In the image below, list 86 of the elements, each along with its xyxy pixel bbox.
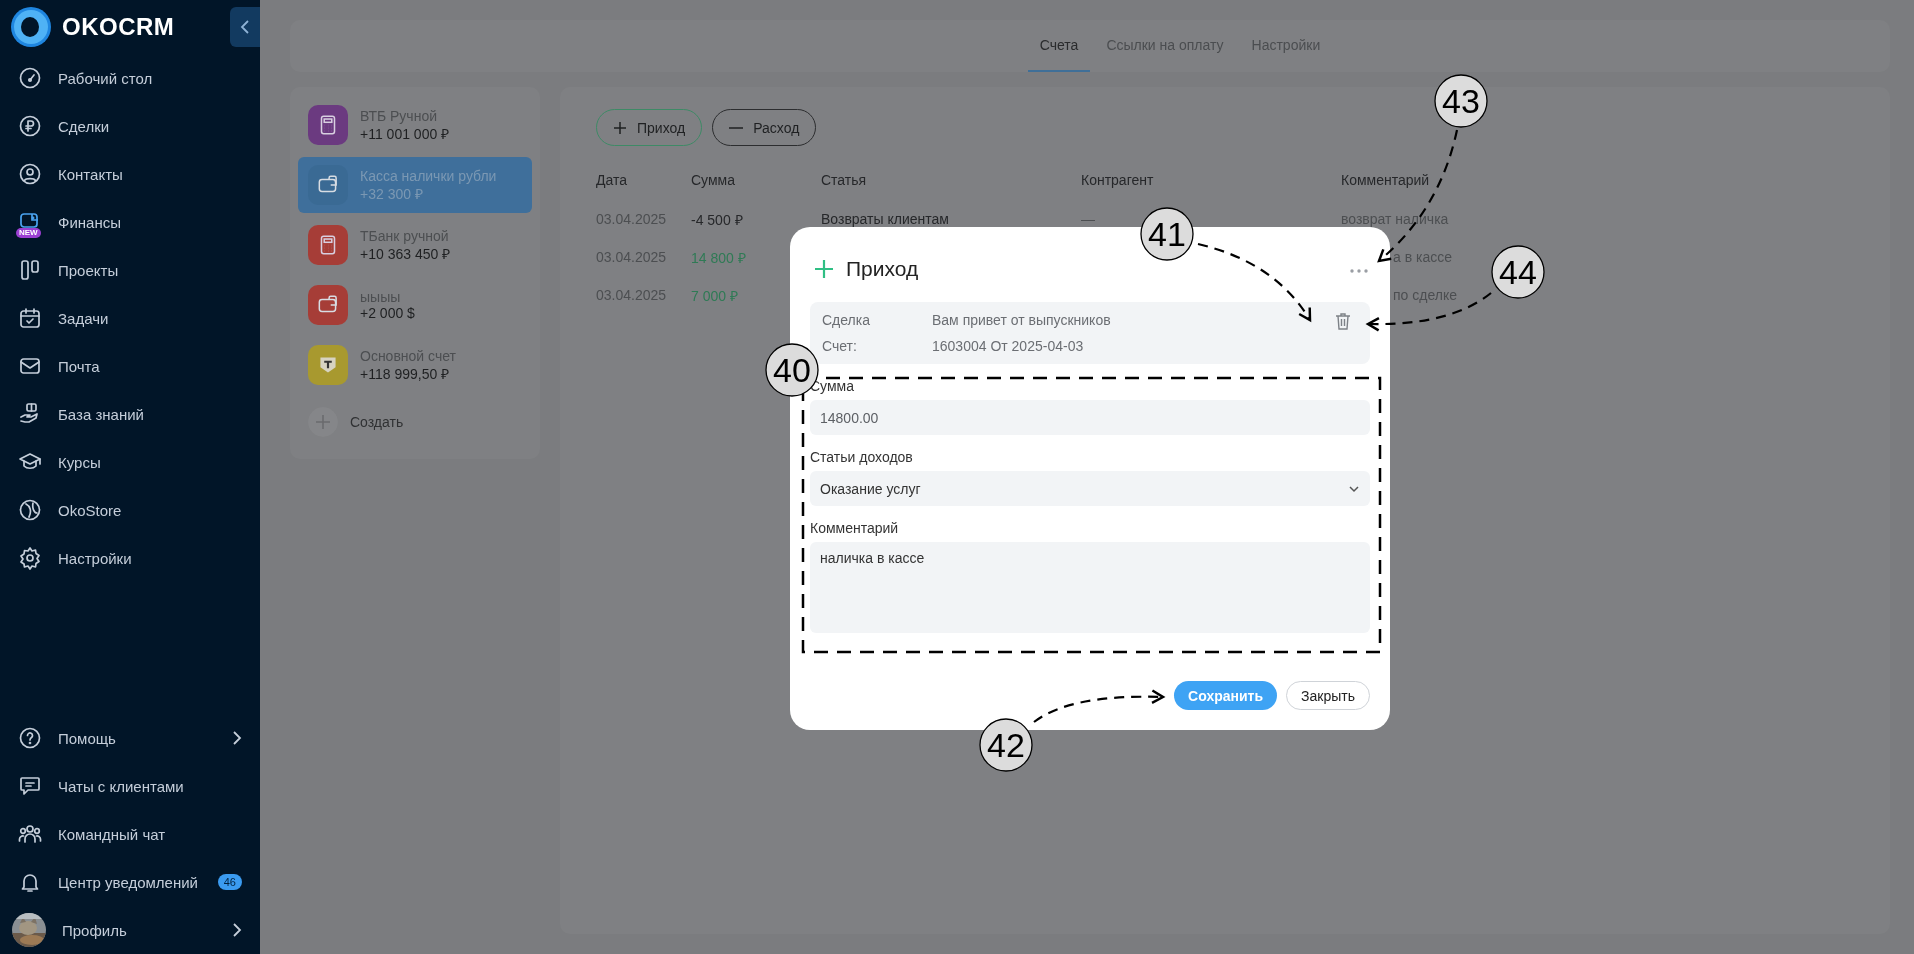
field-label: Статьи доходов [810, 449, 914, 465]
nav-item[interactable]: Рабочий стол [0, 54, 260, 102]
nav-item[interactable]: Центр уведомлений 46 [0, 858, 260, 906]
field-label: Комментарий [810, 520, 900, 536]
chevron-down-icon [1348, 484, 1360, 493]
settings-icon [18, 546, 42, 570]
table-cell-text: -4 500 ₽ [691, 210, 744, 229]
account-balance: +11 001 000 ₽ [360, 124, 450, 143]
nav-label: Профиль [62, 921, 127, 939]
table-cell-text: 7 000 ₽ [691, 286, 739, 305]
logo-icon [10, 6, 52, 48]
dialog-title: Приход [846, 257, 920, 281]
chevron-left-icon [240, 19, 250, 35]
delete-button[interactable] [1334, 312, 1352, 332]
brand-name: OKOCRM [62, 13, 176, 41]
plus-icon [814, 259, 834, 279]
nav-item[interactable]: OkoStore [0, 486, 260, 534]
nav-label: Сделки [58, 117, 110, 135]
trash-icon [1335, 312, 1351, 330]
nav-label: Финансы [58, 213, 121, 231]
tab[interactable]: Счета [1027, 20, 1091, 72]
callout-marker: 43 [1434, 74, 1488, 128]
column-header: Контрагент [1081, 172, 1155, 188]
new-badge: NEW [16, 228, 41, 238]
nav-label: OkoStore [58, 501, 122, 519]
column-header: Сумма [691, 172, 736, 188]
minus-icon [729, 126, 744, 129]
nav-label: Чаты с клиентами [58, 777, 184, 795]
info-label: Сделка [822, 312, 871, 330]
plus-icon [613, 120, 627, 135]
calendar-icon [18, 306, 42, 330]
collapse-button[interactable] [230, 7, 260, 47]
nav-label: Контакты [58, 165, 123, 183]
close-button[interactable]: Закрыть [1286, 681, 1370, 710]
nav-label: Центр уведомлений [58, 873, 198, 891]
nav-item[interactable]: Контакты [0, 150, 260, 198]
nav-label: База знаний [58, 405, 144, 423]
column-header: Дата [596, 172, 628, 188]
help-icon [18, 726, 42, 750]
nav-item[interactable]: Сделки [0, 102, 260, 150]
user-icon [18, 162, 42, 186]
nav-label: Помощь [58, 729, 116, 747]
amount-field[interactable]: 14800.00 [810, 400, 1370, 435]
gauge-icon [18, 66, 42, 90]
account-balance: +32 300 ₽ [360, 184, 424, 203]
column-header: Комментарий [1341, 172, 1431, 188]
nav-item[interactable]: База знаний [0, 390, 260, 438]
nav-label: Рабочий стол [58, 69, 153, 87]
account-balance: +118 999,50 ₽ [360, 364, 451, 383]
nav-item[interactable]: Задачи [0, 294, 260, 342]
columns-icon [18, 258, 42, 282]
nav-item[interactable]: Чаты с клиентами [0, 762, 260, 810]
more-icon [1348, 266, 1370, 276]
nav-item[interactable]: Командный чат [0, 810, 260, 858]
nav-item[interactable]: Профиль [0, 906, 260, 954]
nav-item[interactable]: Почта [0, 342, 260, 390]
callout-marker: 44 [1491, 245, 1545, 299]
notification-count: 46 [217, 874, 242, 890]
table-cell: — [1081, 211, 1095, 227]
comment-field[interactable]: наличка в кассе [810, 542, 1370, 633]
nav-label: Настройки [58, 549, 132, 567]
team-icon [18, 822, 42, 846]
column-header: Статья [821, 172, 868, 188]
table-cell: Возвраты клиентам [821, 211, 949, 227]
nav-item[interactable]: Настройки [0, 534, 260, 582]
account-name: Касса налички рубли [360, 167, 497, 184]
nav-label: Курсы [58, 453, 101, 471]
nav-label: Командный чат [58, 825, 166, 843]
nav-item[interactable]: Проекты [0, 246, 260, 294]
nav-label: Почта [58, 357, 100, 375]
nav-item[interactable]: Помощь [0, 714, 260, 762]
nav-label: Проекты [58, 261, 119, 279]
table-cell-text: 14 800 ₽ [691, 248, 747, 267]
nav-label: Задачи [58, 309, 109, 327]
nav-item[interactable]: Курсы [0, 438, 260, 486]
callout-marker: 41 [1140, 207, 1194, 261]
callout-marker: 42 [979, 718, 1033, 772]
ruble-icon [18, 114, 42, 138]
account-balance: +2 000 $ [360, 305, 415, 321]
info-value: Вам привет от выпускников [932, 312, 1112, 330]
info-value: 1603004 От 2025-04-03 [932, 338, 1085, 354]
category-dropdown[interactable]: Оказание услуг [810, 471, 1370, 506]
account-balance: +10 363 450 ₽ [360, 244, 451, 263]
chat-icon [18, 774, 42, 798]
nav-item[interactable]: NEW Финансы [0, 198, 260, 246]
info-label: Счет: [822, 338, 858, 354]
